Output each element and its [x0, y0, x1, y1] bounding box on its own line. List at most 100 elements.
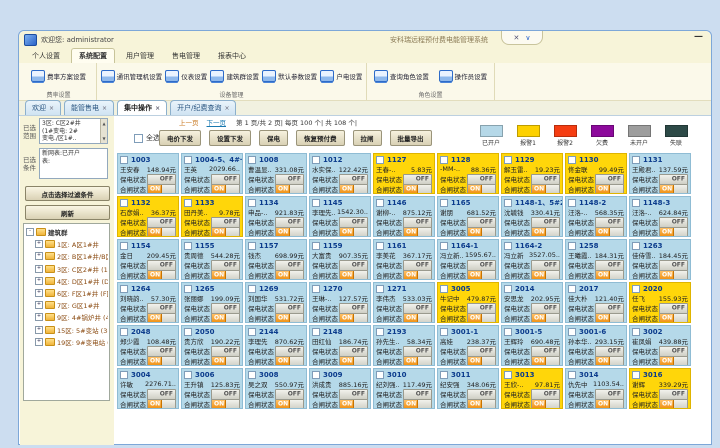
room-checkbox[interactable]	[376, 328, 384, 336]
protect-toggle-off[interactable]: OFF	[595, 303, 624, 314]
switch-toggle-on[interactable]: ON	[211, 313, 240, 324]
switch-toggle-on[interactable]: ON	[403, 227, 432, 238]
room-card[interactable]: 1008曹温显..331.08元保电状态OFF合闸状态ON	[245, 153, 307, 194]
switch-toggle-on[interactable]: ON	[339, 270, 368, 281]
tree-item[interactable]: +9区: 4#锅炉井 (4#锅	[26, 311, 108, 323]
tree-item[interactable]: +6区: F区1#井 (F区1#	[26, 287, 108, 299]
switch-toggle-on[interactable]: ON	[467, 184, 496, 195]
protect-toggle-off[interactable]: OFF	[147, 260, 176, 271]
switch-toggle-on[interactable]: ON	[531, 184, 560, 195]
room-card[interactable]: 1133田丹美..9.78元保电状态OFF合闸状态ON	[181, 196, 243, 237]
protect-toggle-off[interactable]: OFF	[275, 260, 304, 271]
doc-tab-开户/纪费查询[interactable]: 开户/纪费查询×	[170, 100, 236, 115]
room-checkbox[interactable]	[504, 242, 512, 250]
switch-toggle-on[interactable]: ON	[147, 356, 176, 367]
protect-toggle-off[interactable]: OFF	[147, 174, 176, 185]
switch-toggle-on[interactable]: ON	[275, 313, 304, 324]
switch-toggle-on[interactable]: ON	[659, 184, 688, 195]
protect-toggle-off[interactable]: OFF	[339, 389, 368, 400]
room-checkbox[interactable]	[568, 156, 576, 164]
room-checkbox[interactable]	[504, 199, 512, 207]
expand-icon[interactable]: +	[35, 277, 43, 285]
room-checkbox[interactable]	[312, 371, 320, 379]
room-checkbox[interactable]	[632, 328, 640, 336]
protect-toggle-off[interactable]: OFF	[531, 346, 560, 357]
room-checkbox[interactable]	[312, 156, 320, 164]
expand-icon[interactable]: +	[35, 326, 43, 334]
menu-tab-售电管理[interactable]: 售电管理	[165, 49, 207, 63]
switch-toggle-on[interactable]: ON	[659, 356, 688, 367]
protect-toggle-off[interactable]: OFF	[595, 174, 624, 185]
room-checkbox[interactable]	[440, 199, 448, 207]
room-checkbox[interactable]	[440, 328, 448, 336]
switch-toggle-on[interactable]: ON	[595, 184, 624, 195]
switch-toggle-on[interactable]: ON	[403, 270, 432, 281]
select-all-checkbox[interactable]	[134, 134, 143, 143]
room-checkbox[interactable]	[312, 285, 320, 293]
room-checkbox[interactable]	[120, 285, 128, 293]
room-card[interactable]: 1134申品-..921.83元保电状态OFF合闸状态ON	[245, 196, 307, 237]
scroll-down-icon[interactable]: ▼	[102, 135, 105, 143]
protect-toggle-off[interactable]: OFF	[659, 346, 688, 357]
switch-toggle-on[interactable]: ON	[275, 399, 304, 410]
switch-toggle-on[interactable]: ON	[147, 184, 176, 195]
protect-toggle-off[interactable]: OFF	[659, 217, 688, 228]
protect-toggle-off[interactable]: OFF	[531, 260, 560, 271]
room-card[interactable]: 1148-1、5#2沈毓钱330.41元保电状态OFF合闸状态ON	[501, 196, 563, 237]
protect-toggle-off[interactable]: OFF	[403, 389, 432, 400]
menu-tab-系统配置[interactable]: 系统配置	[71, 48, 115, 63]
selected-condition-listbox[interactable]: 新网表:已开户表:	[39, 148, 108, 179]
protect-toggle-off[interactable]: OFF	[595, 260, 624, 271]
room-checkbox[interactable]	[312, 199, 320, 207]
room-checkbox[interactable]	[248, 156, 256, 164]
switch-toggle-on[interactable]: ON	[659, 313, 688, 324]
room-card[interactable]: 1164-1冯立新..1595.67..保电状态OFF合闸状态ON	[437, 239, 499, 280]
room-checkbox[interactable]	[440, 285, 448, 293]
scroll-up-icon[interactable]: ▲	[102, 120, 105, 128]
room-checkbox[interactable]	[568, 199, 576, 207]
switch-toggle-on[interactable]: ON	[467, 227, 496, 238]
protect-toggle-off[interactable]: OFF	[531, 303, 560, 314]
room-card[interactable]: 1264刘晓韵..57.30元保电状态OFF合闸状态ON	[117, 282, 179, 323]
switch-toggle-on[interactable]: ON	[403, 313, 432, 324]
protect-toggle-off[interactable]: OFF	[659, 174, 688, 185]
room-checkbox[interactable]	[184, 199, 192, 207]
switch-toggle-on[interactable]: ON	[339, 227, 368, 238]
protect-toggle-off[interactable]: OFF	[211, 303, 240, 314]
room-checkbox[interactable]	[568, 242, 576, 250]
switch-toggle-on[interactable]: ON	[339, 184, 368, 195]
room-checkbox[interactable]	[184, 371, 192, 379]
ribbon-button-仪表设置[interactable]: 仪表设置	[165, 70, 207, 82]
protect-toggle-off[interactable]: OFF	[211, 389, 240, 400]
switch-toggle-on[interactable]: ON	[659, 270, 688, 281]
switch-toggle-on[interactable]: ON	[531, 399, 560, 410]
expand-icon[interactable]: +	[35, 338, 43, 346]
collapse-icon[interactable]: -	[26, 228, 34, 236]
switch-toggle-on[interactable]: ON	[467, 356, 496, 367]
room-card[interactable]: 1154金日209.45元保电状态OFF合闸状态ON	[117, 239, 179, 280]
room-card[interactable]: 1148-2汪洛-..568.35元保电状态OFF合闸状态ON	[565, 196, 627, 237]
room-card[interactable]: 1263佳侍雪..184.45元保电状态OFF合闸状态ON	[629, 239, 691, 280]
room-card[interactable]: 1270王琳-..127.57元保电状态OFF合闸状态ON	[309, 282, 371, 323]
protect-toggle-off[interactable]: OFF	[403, 346, 432, 357]
switch-toggle-on[interactable]: ON	[211, 356, 240, 367]
room-checkbox[interactable]	[248, 371, 256, 379]
switch-toggle-on[interactable]: ON	[659, 399, 688, 410]
room-card[interactable]: 3001-6孙本华..293.15元保电状态OFF合闸状态ON	[565, 325, 627, 366]
room-card[interactable]: 3014仇先中1103.54..保电状态OFF合闸状态ON	[565, 368, 627, 409]
room-checkbox[interactable]	[248, 328, 256, 336]
action-button-设置下发[interactable]: 设置下发	[209, 130, 251, 146]
doc-tab-集中操作[interactable]: 集中操作×	[117, 100, 167, 115]
switch-toggle-on[interactable]: ON	[531, 356, 560, 367]
room-checkbox[interactable]	[632, 242, 640, 250]
room-card[interactable]: 1127王春-..5.83元保电状态OFF合闸状态ON	[373, 153, 435, 194]
protect-toggle-off[interactable]: OFF	[595, 346, 624, 357]
room-checkbox[interactable]	[248, 242, 256, 250]
room-card[interactable]: 3016谢辉339.29元保电状态OFF合闸状态ON	[629, 368, 691, 409]
protect-toggle-off[interactable]: OFF	[467, 217, 496, 228]
doc-tab-欢迎[interactable]: 欢迎×	[25, 100, 61, 115]
room-card[interactable]: 1148-3汪洛-..624.84元保电状态OFF合闸状态ON	[629, 196, 691, 237]
switch-toggle-on[interactable]: ON	[339, 356, 368, 367]
protect-toggle-off[interactable]: OFF	[531, 217, 560, 228]
protect-toggle-off[interactable]: OFF	[467, 260, 496, 271]
